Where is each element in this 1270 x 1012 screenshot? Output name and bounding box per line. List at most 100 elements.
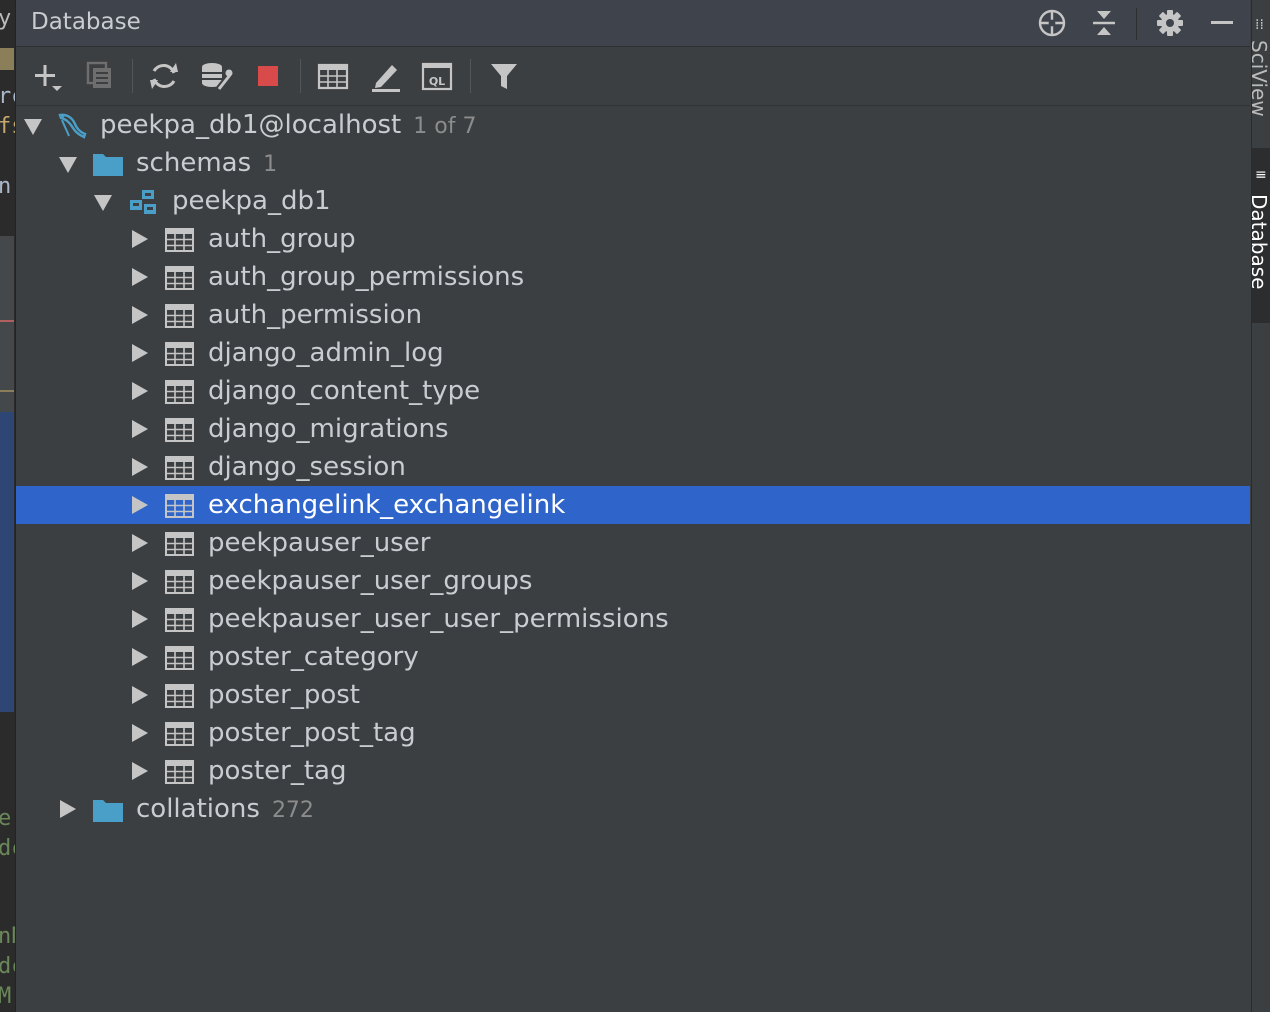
expand-arrow-icon[interactable] <box>132 610 148 628</box>
table-icon <box>164 454 196 486</box>
connection-name: peekpa_db1@localhost 1 of 7 <box>100 109 476 143</box>
collapse-all-icon[interactable] <box>1088 7 1120 39</box>
table-icon <box>164 606 196 638</box>
table-icon <box>164 492 196 524</box>
table-name: django_admin_log <box>208 338 444 368</box>
table-row[interactable]: django_session <box>16 448 1250 486</box>
duplicate-icon[interactable] <box>82 59 116 93</box>
table-row[interactable]: auth_group <box>16 220 1250 258</box>
table-name: peekpauser_user_user_permissions <box>208 604 669 634</box>
table-icon <box>164 568 196 600</box>
table-row-selected[interactable]: exchangelink_exchangelink <box>16 486 1250 524</box>
table-name: auth_group <box>208 224 356 254</box>
editor-selection <box>0 412 14 712</box>
expand-arrow-icon[interactable] <box>132 268 148 286</box>
expand-arrow-icon[interactable] <box>132 230 148 248</box>
table-row[interactable]: auth_group_permissions <box>16 258 1250 296</box>
expand-arrow-icon[interactable] <box>132 306 148 324</box>
database-tab[interactable]: ≡ Database <box>1252 148 1270 323</box>
table-row[interactable]: poster_post_tag <box>16 714 1250 752</box>
expand-arrow-icon[interactable] <box>132 686 148 704</box>
table-name: django_content_type <box>208 376 481 406</box>
table-row[interactable]: poster_tag <box>16 752 1250 790</box>
filter-icon[interactable] <box>487 59 521 93</box>
table-icon <box>164 302 196 334</box>
edit-icon[interactable] <box>368 59 402 93</box>
expand-arrow-icon[interactable] <box>132 420 148 438</box>
expand-arrow-icon[interactable] <box>132 344 148 362</box>
expand-arrow-icon[interactable] <box>132 534 148 552</box>
sciview-icon: ⁞⁞ <box>1255 17 1264 33</box>
table-row[interactable]: peekpauser_user_user_permissions <box>16 600 1250 638</box>
expand-arrow-icon[interactable] <box>132 382 148 400</box>
connection-label: peekpa_db1@localhost <box>100 110 402 140</box>
table-row[interactable]: peekpauser_user_groups <box>16 562 1250 600</box>
table-name: poster_post_tag <box>208 718 416 748</box>
table-name: auth_group_permissions <box>208 262 525 292</box>
table-name: peekpauser_user <box>208 528 431 558</box>
table-row[interactable]: poster_post <box>16 676 1250 714</box>
gear-icon[interactable] <box>1154 7 1186 39</box>
table-view-icon[interactable] <box>316 59 350 93</box>
mysql-dolphin-icon <box>56 109 88 145</box>
expand-arrow-icon[interactable] <box>59 157 77 173</box>
table-icon <box>164 226 196 258</box>
crosshair-icon[interactable] <box>1036 7 1068 39</box>
table-icon <box>164 758 196 790</box>
expand-arrow-icon[interactable] <box>60 800 76 818</box>
table-row[interactable]: django_admin_log <box>16 334 1250 372</box>
schemas-count: 1 <box>263 152 278 177</box>
tree-node-connection[interactable]: peekpa_db1@localhost 1 of 7 <box>16 106 1250 144</box>
expand-arrow-icon[interactable] <box>132 496 148 514</box>
table-name: poster_tag <box>208 756 347 786</box>
stop-icon[interactable] <box>251 59 285 93</box>
database-tab-label: Database <box>1252 194 1270 290</box>
minimize-icon[interactable] <box>1206 7 1238 39</box>
collations-count: 272 <box>271 798 314 823</box>
schemas-label: schemas <box>136 148 252 178</box>
table-row[interactable]: poster_category <box>16 638 1250 676</box>
right-tool-bar: ⁞⁞ SciView ≡ Database <box>1251 0 1270 1012</box>
expand-arrow-icon[interactable] <box>132 648 148 666</box>
sciview-tab[interactable]: ⁞⁞ SciView <box>1252 0 1270 140</box>
sql-console-icon[interactable]: QL <box>420 59 454 93</box>
editor-fragment: rc <box>0 84 16 109</box>
expand-arrow-icon[interactable] <box>24 119 42 135</box>
expand-arrow-icon[interactable] <box>132 572 148 590</box>
tree-node-collations[interactable]: collations 272 <box>16 790 1250 828</box>
editor-marker <box>0 48 14 70</box>
editor-fragment: nN <box>0 924 16 949</box>
table-icon <box>164 264 196 296</box>
editor-fragment: M: <box>0 984 16 1009</box>
table-row[interactable]: django_content_type <box>16 372 1250 410</box>
expand-arrow-icon[interactable] <box>132 458 148 476</box>
table-name: poster_post <box>208 680 360 710</box>
add-icon[interactable] <box>30 59 64 93</box>
folder-icon <box>92 150 124 182</box>
table-row[interactable]: auth_permission <box>16 296 1250 334</box>
toolbar-separator <box>132 59 133 93</box>
expand-arrow-icon[interactable] <box>94 195 112 211</box>
refresh-icon[interactable] <box>147 59 181 93</box>
table-name: django_session <box>208 452 406 482</box>
db-properties-icon[interactable] <box>199 59 233 93</box>
panel-title: Database <box>31 9 141 35</box>
table-row[interactable]: django_migrations <box>16 410 1250 448</box>
toolbar-separator <box>470 59 471 93</box>
expand-arrow-icon[interactable] <box>132 762 148 780</box>
sql-console-glyph: QL <box>429 75 445 88</box>
editor-fragment: n <box>0 174 12 199</box>
tree-node-schemas[interactable]: schemas 1 <box>16 144 1250 182</box>
schema-name: peekpa_db1 <box>172 186 331 216</box>
table-row[interactable]: peekpauser_user <box>16 524 1250 562</box>
editor-fragment: dc <box>0 836 16 861</box>
toolbar: QL <box>16 47 1250 106</box>
tree-node-schema[interactable]: peekpa_db1 <box>16 182 1250 220</box>
expand-arrow-icon[interactable] <box>132 724 148 742</box>
table-icon <box>164 530 196 562</box>
connection-count: 1 of 7 <box>413 114 477 139</box>
table-icon <box>164 644 196 676</box>
table-icon <box>164 682 196 714</box>
editor-fragment: dc <box>0 954 16 979</box>
schema-icon <box>128 188 160 220</box>
